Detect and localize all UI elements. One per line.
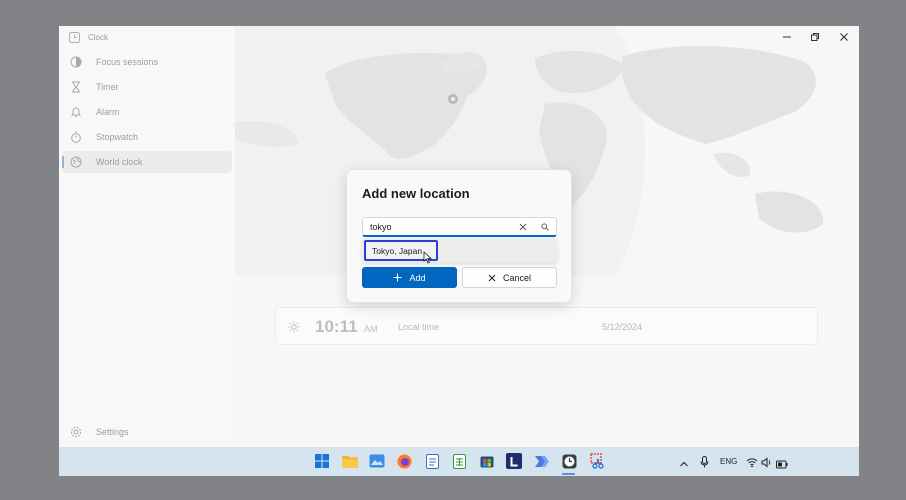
store-icon xyxy=(480,456,494,468)
close-icon xyxy=(840,33,848,41)
sidebar-item-label: Alarm xyxy=(96,107,120,117)
plus-icon xyxy=(393,273,402,282)
active-app-indicator xyxy=(562,473,575,475)
sidebar-item-stopwatch[interactable]: Stopwatch xyxy=(62,126,232,148)
time-date: 5/12/2024 xyxy=(602,322,643,332)
chevron-up-icon xyxy=(680,461,688,467)
suggestion-list: Tokyo, Japan xyxy=(362,238,557,262)
selection-indicator xyxy=(62,156,64,168)
sidebar-item-label: Focus sessions xyxy=(96,57,159,67)
hourglass-icon xyxy=(69,80,83,94)
time-value: 10:11 xyxy=(315,317,358,336)
show-hidden-icons-button[interactable] xyxy=(679,456,689,474)
local-time-card[interactable]: 10:11 AM Local time 5/12/2024 xyxy=(275,307,818,345)
taskbar-notepad[interactable] xyxy=(424,453,440,469)
minimize-icon xyxy=(783,36,791,38)
microphone-button[interactable] xyxy=(700,455,709,473)
sidebar-item-settings[interactable]: Settings xyxy=(62,421,232,443)
firefox-icon xyxy=(397,454,411,468)
sidebar-item-world-clock[interactable]: World clock xyxy=(62,151,232,173)
battery-icon[interactable] xyxy=(776,456,788,474)
taskbar: ENG xyxy=(59,447,859,476)
sidebar-item-label: World clock xyxy=(96,157,143,167)
app-title-bar: Clock xyxy=(69,32,108,43)
taskbar-spreadsheet[interactable] xyxy=(451,453,467,469)
cancel-button[interactable]: Cancel xyxy=(462,267,557,288)
taskbar-power-automate[interactable] xyxy=(534,453,550,469)
document-icon xyxy=(425,453,439,469)
clock-icon xyxy=(562,454,576,468)
gear-icon xyxy=(69,425,83,439)
add-button[interactable]: Add xyxy=(362,267,457,288)
add-button-label: Add xyxy=(409,272,426,283)
app-title: Clock xyxy=(88,33,109,42)
sun-icon xyxy=(288,320,300,338)
letter-l-icon xyxy=(510,456,518,466)
sidebar-item-label: Stopwatch xyxy=(96,132,139,142)
taskbar-file-explorer[interactable] xyxy=(342,453,358,469)
minimize-button[interactable] xyxy=(773,28,801,46)
taskbar-firefox[interactable] xyxy=(396,453,412,469)
photos-icon xyxy=(369,454,385,468)
bell-icon xyxy=(69,105,83,119)
sidebar-item-label: Timer xyxy=(96,82,119,92)
restore-button[interactable] xyxy=(801,28,829,46)
taskbar-snipping-tool[interactable] xyxy=(589,453,605,469)
location-pin-icon xyxy=(448,94,458,104)
cancel-button-label: Cancel xyxy=(502,272,531,283)
stopwatch-icon xyxy=(69,130,83,144)
close-button[interactable] xyxy=(830,28,858,46)
focus-icon xyxy=(69,55,83,69)
taskbar-store[interactable] xyxy=(479,453,495,469)
search-input-value[interactable]: tokyo xyxy=(370,222,392,232)
time-location-label: Local time xyxy=(398,322,440,332)
add-location-dialog: Add new location tokyo Tokyo, Japan Add … xyxy=(346,169,572,303)
sidebar-item-focus-sessions[interactable]: Focus sessions xyxy=(62,51,232,73)
volume-icon[interactable] xyxy=(761,455,773,473)
language-indicator[interactable]: ENG xyxy=(720,457,737,466)
location-search-input[interactable]: tokyo xyxy=(362,217,557,237)
spreadsheet-icon xyxy=(452,453,466,469)
search-icon xyxy=(541,223,549,231)
close-icon xyxy=(519,223,527,231)
mouse-cursor-icon xyxy=(423,251,432,264)
sidebar-item-timer[interactable]: Timer xyxy=(62,76,232,98)
search-button[interactable] xyxy=(538,221,552,233)
microphone-icon xyxy=(700,456,709,468)
suggestion-text: Tokyo, Japan xyxy=(372,246,423,256)
close-icon xyxy=(488,274,496,281)
dialog-title: Add new location xyxy=(362,186,470,201)
restore-icon xyxy=(811,33,819,41)
clock-app-icon xyxy=(69,32,80,43)
sidebar-item-label: Settings xyxy=(96,427,129,437)
start-button[interactable] xyxy=(314,453,330,469)
snipping-tool-icon xyxy=(589,453,604,469)
taskbar-photos[interactable] xyxy=(369,453,385,469)
sidebar-item-alarm[interactable]: Alarm xyxy=(62,101,232,123)
folder-icon xyxy=(342,456,358,468)
taskbar-clock[interactable] xyxy=(561,453,577,469)
wifi-icon[interactable] xyxy=(746,455,758,473)
time-period: AM xyxy=(364,324,378,334)
windows-logo-icon xyxy=(315,454,329,468)
clear-search-button[interactable] xyxy=(516,221,530,233)
taskbar-l-app[interactable] xyxy=(506,453,522,469)
sidebar: Clock Focus sessions Timer Alarm Stopwat… xyxy=(59,26,235,447)
flow-arrows-icon xyxy=(534,455,549,467)
globe-icon xyxy=(69,155,83,169)
